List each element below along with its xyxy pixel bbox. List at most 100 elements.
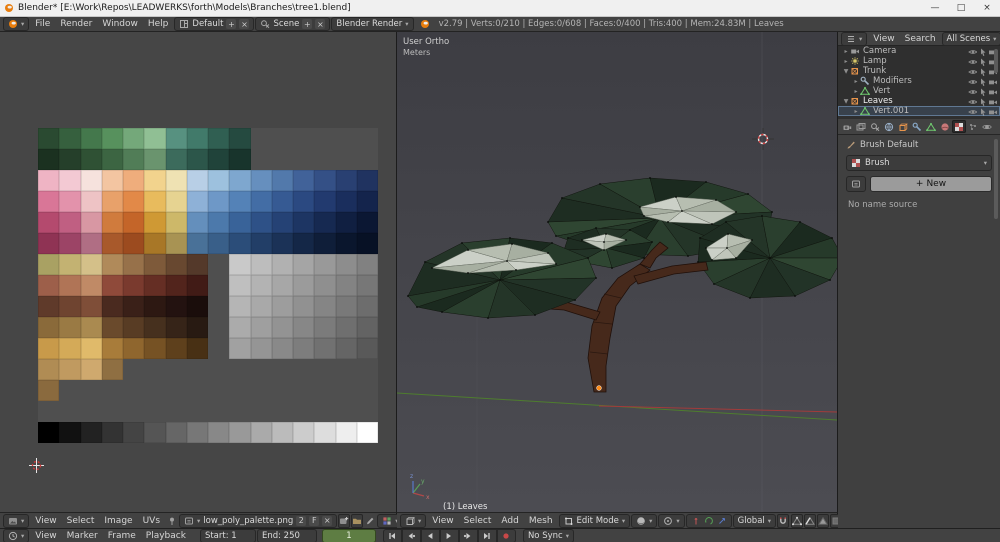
jump-end-button[interactable] <box>477 528 497 542</box>
editor-type-selector[interactable]: ▾ <box>400 513 427 528</box>
prev-keyframe-button[interactable] <box>401 528 421 542</box>
uv-image-canvas[interactable] <box>0 32 396 512</box>
expand-arrow-icon[interactable]: ▸ <box>842 48 850 55</box>
vertex-select-button[interactable] <box>791 513 804 528</box>
menu-uvs[interactable]: UVs <box>138 516 165 526</box>
frame-start-field[interactable]: Start: 1 <box>199 528 256 542</box>
play-button[interactable] <box>439 528 459 542</box>
add-scene-button[interactable]: + <box>302 19 313 29</box>
expand-arrow-icon[interactable]: ▸ <box>852 78 860 85</box>
fake-user-button[interactable]: F <box>309 515 320 526</box>
snap-toggle[interactable] <box>777 513 790 528</box>
pointer-icon[interactable] <box>978 47 987 56</box>
expand-arrow-icon[interactable]: ▼ <box>842 68 850 75</box>
menu-marker[interactable]: Marker <box>62 531 103 541</box>
camera-restrict-icon[interactable] <box>988 97 997 106</box>
outliner-item-leaves[interactable]: ▼ Leaves <box>838 96 1000 106</box>
pointer-icon[interactable] <box>978 67 987 76</box>
remove-layout-button[interactable]: × <box>239 19 250 29</box>
outliner-scrollbar[interactable] <box>994 49 998 73</box>
menu-view[interactable]: View <box>427 516 458 526</box>
pointer-icon[interactable] <box>978 97 987 106</box>
menu-file[interactable]: File <box>30 19 55 29</box>
eye-icon[interactable] <box>968 87 977 96</box>
current-frame-field[interactable]: 1 <box>321 528 376 542</box>
edit-image-button[interactable] <box>364 514 376 528</box>
orientation-selector[interactable]: Global ▾ <box>732 513 777 528</box>
menu-search[interactable]: Search <box>900 34 941 44</box>
editor-type-selector[interactable]: ▾ <box>841 31 868 46</box>
image-datablock-selector[interactable]: ▾ low_poly_palette.png 2 F × <box>179 513 338 528</box>
camera-restrict-icon[interactable] <box>988 77 997 86</box>
next-keyframe-button[interactable] <box>458 528 478 542</box>
properties-tab-object[interactable] <box>896 120 910 133</box>
menu-playback[interactable]: Playback <box>141 531 191 541</box>
camera-restrict-icon[interactable] <box>988 87 997 96</box>
maximize-button[interactable]: □ <box>948 0 974 16</box>
face-select-button[interactable] <box>817 513 830 528</box>
scene-selector[interactable]: Scene + × <box>255 17 331 31</box>
properties-tab-physics[interactable] <box>980 120 994 133</box>
menu-select[interactable]: Select <box>62 516 100 526</box>
eye-icon[interactable] <box>968 107 977 116</box>
properties-tab-particles[interactable] <box>966 120 980 133</box>
eye-icon[interactable] <box>968 97 977 106</box>
properties-tab-render[interactable] <box>840 120 854 133</box>
scale-manipulator-icon[interactable] <box>717 516 727 526</box>
properties-tab-render-layers[interactable] <box>854 120 868 133</box>
open-image-button[interactable] <box>351 513 364 528</box>
shading-selector[interactable]: ▾ <box>631 513 658 528</box>
unlink-image-button[interactable]: × <box>322 515 333 526</box>
mode-selector[interactable]: Edit Mode ▾ <box>558 513 631 528</box>
expand-arrow-icon[interactable]: ▸ <box>842 58 850 65</box>
properties-tab-material[interactable] <box>938 120 952 133</box>
jump-start-button[interactable] <box>382 528 402 542</box>
eye-icon[interactable] <box>968 67 977 76</box>
pointer-icon[interactable] <box>978 77 987 86</box>
browse-texture-button[interactable] <box>846 176 866 192</box>
menu-help[interactable]: Help <box>143 19 174 29</box>
expand-arrow-icon[interactable]: ▸ <box>852 108 860 115</box>
pointer-icon[interactable] <box>978 87 987 96</box>
editor-type-selector[interactable]: ▾ <box>3 513 30 528</box>
rotate-manipulator-icon[interactable] <box>704 516 714 526</box>
properties-tab-scene[interactable] <box>868 120 882 133</box>
menu-render[interactable]: Render <box>55 19 97 29</box>
image-users-button[interactable]: 2 <box>296 515 307 526</box>
close-button[interactable]: × <box>974 0 1000 16</box>
pin-button[interactable] <box>166 514 178 528</box>
frame-end-field[interactable]: End: 250 <box>256 528 317 542</box>
outliner-item-camera[interactable]: ▸ Camera <box>838 46 1000 56</box>
editor-type-selector[interactable]: ▾ <box>3 528 30 542</box>
remove-scene-button[interactable]: × <box>315 19 326 29</box>
sync-mode-selector[interactable]: No Sync ▾ <box>522 528 574 542</box>
uv-2d-cursor[interactable] <box>29 458 44 473</box>
menu-view[interactable]: View <box>30 531 61 541</box>
menu-select[interactable]: Select <box>459 516 497 526</box>
texture-context-selector[interactable]: Brush ▾ <box>846 155 992 171</box>
properties-tab-object-data[interactable] <box>924 120 938 133</box>
pointer-icon[interactable] <box>978 57 987 66</box>
pointer-icon[interactable] <box>978 107 987 116</box>
outliner-item-lamp[interactable]: ▸ Lamp <box>838 56 1000 66</box>
menu-window[interactable]: Window <box>97 19 143 29</box>
menu-frame[interactable]: Frame <box>103 531 141 541</box>
properties-scrollbar[interactable] <box>994 139 998 219</box>
properties-tab-modifiers[interactable] <box>910 120 924 133</box>
translate-manipulator-icon[interactable] <box>691 516 701 526</box>
expand-arrow-icon[interactable]: ▸ <box>852 88 860 95</box>
eye-icon[interactable] <box>968 77 977 86</box>
edge-select-button[interactable] <box>804 513 817 528</box>
viewport-3d[interactable]: x y z User Ortho Meters (1) Leaves <box>396 32 844 512</box>
record-button[interactable] <box>496 528 516 542</box>
menu-view[interactable]: View <box>30 516 61 526</box>
eye-icon[interactable] <box>968 47 977 56</box>
outliner-item-modifiers[interactable]: ▸ Modifiers <box>838 76 1000 86</box>
properties-tab-texture[interactable] <box>952 120 966 133</box>
pivot-selector[interactable]: ▾ <box>658 513 685 528</box>
outliner-item-vert-001[interactable]: ▸ Vert.001 <box>838 106 1000 116</box>
new-image-button[interactable] <box>338 513 351 528</box>
expand-arrow-icon[interactable]: ▼ <box>842 98 850 105</box>
outliner-item-vert[interactable]: ▸ Vert <box>838 86 1000 96</box>
outliner-display-selector[interactable]: All Scenes ▾ <box>941 31 1000 46</box>
